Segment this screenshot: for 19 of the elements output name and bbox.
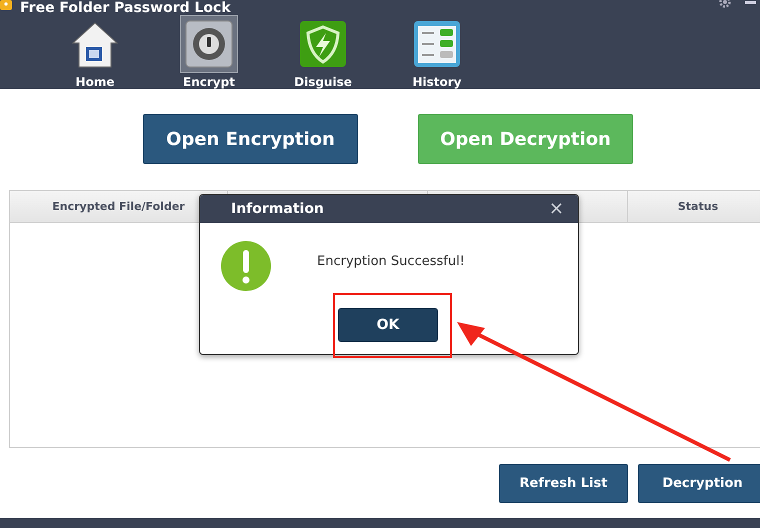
column-header: Status xyxy=(678,200,718,213)
nav-tab[interactable]: Encrypt xyxy=(152,15,266,89)
shield-icon xyxy=(299,20,347,68)
minimize-icon[interactable] xyxy=(745,0,756,4)
footer-button[interactable]: Refresh List xyxy=(499,464,628,503)
dialog-title: Information xyxy=(231,201,324,217)
close-button[interactable]: × xyxy=(548,200,564,218)
nav-tab[interactable]: History xyxy=(380,15,494,89)
footer-button[interactable]: Decryption xyxy=(638,464,760,503)
ok-button[interactable]: OK xyxy=(338,308,438,342)
window-title: Free Folder Password Lock xyxy=(20,0,231,14)
safe-icon xyxy=(185,20,233,68)
action-button[interactable]: Open Encryption xyxy=(143,114,358,164)
dialog-message: Encryption Successful! xyxy=(317,254,465,269)
column-header: Encrypted File/Folder xyxy=(52,200,185,213)
exclamation-icon xyxy=(220,240,272,292)
list-panel-icon xyxy=(413,20,461,68)
nav-tab[interactable]: Disguise xyxy=(266,15,380,89)
nav-tab[interactable]: Home xyxy=(38,15,152,89)
